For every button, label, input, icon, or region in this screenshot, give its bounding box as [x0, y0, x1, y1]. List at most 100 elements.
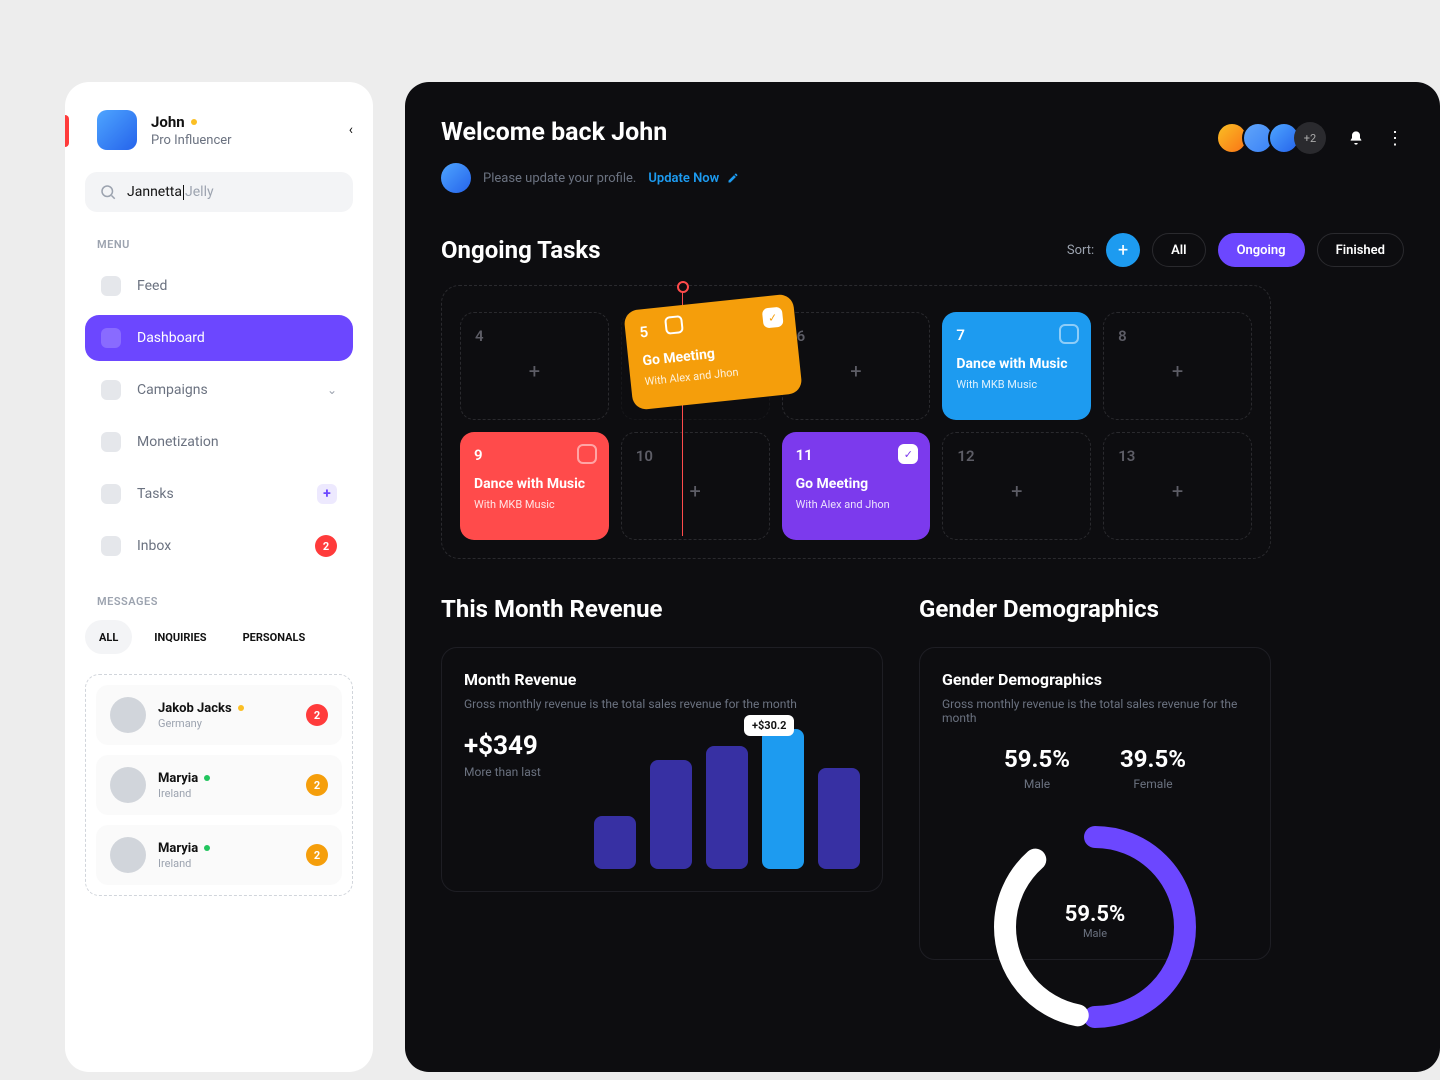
filter-finished[interactable]: Finished: [1317, 233, 1404, 267]
plus-icon: +: [1011, 479, 1022, 503]
checkbox-icon[interactable]: [577, 444, 597, 464]
sidebar-item-monetization[interactable]: Monetization: [85, 419, 353, 465]
task-number: 10: [636, 447, 755, 465]
card-desc: Gross monthly revenue is the total sales…: [464, 697, 860, 711]
task-slot[interactable]: 8+: [1103, 312, 1252, 420]
menu-label: MENU: [65, 238, 373, 251]
search-input[interactable]: JannettaJelly: [85, 172, 353, 212]
task-card[interactable]: 11 ✓ Go Meeting With Alex and Jhon: [782, 432, 931, 540]
task-number: 8: [1118, 327, 1237, 345]
add-task-button[interactable]: +: [317, 484, 337, 504]
more-menu-icon[interactable]: ⋮: [1386, 128, 1404, 149]
task-number: 13: [1118, 447, 1237, 465]
sidebar-item-inbox[interactable]: Inbox 2: [85, 523, 353, 569]
profile-prompt-bar: Please update your profile. Update Now: [441, 163, 1440, 193]
msg-badge: 2: [306, 844, 328, 866]
profile-name-text: John: [151, 113, 185, 131]
plus-icon: +: [690, 479, 701, 503]
tab-personals[interactable]: PERSONALS: [229, 620, 320, 654]
section-title: Gender Demographics: [919, 595, 1271, 623]
demographics-section: Gender Demographics Gender Demographics …: [919, 595, 1271, 960]
task-slot[interactable]: 13+: [1103, 432, 1252, 540]
nav-label: Monetization: [137, 434, 219, 450]
chart-bar: [762, 729, 804, 869]
female-label: Female: [1120, 777, 1186, 791]
main-panel: +2 ⋮ Welcome back John Please update you…: [405, 82, 1440, 1072]
task-number: 5: [639, 309, 782, 342]
task-slot[interactable]: 4+: [460, 312, 609, 420]
plus-icon: +: [1172, 359, 1183, 383]
update-profile-link[interactable]: Update Now: [648, 171, 739, 186]
bar-tooltip: +$30.2: [744, 715, 794, 736]
section-title: This Month Revenue: [441, 595, 883, 623]
sidebar-item-dashboard[interactable]: Dashboard: [85, 315, 353, 361]
nav-label: Tasks: [137, 486, 174, 502]
profile-block[interactable]: John Pro Influencer ‹: [65, 110, 373, 150]
nav-label: Feed: [137, 278, 167, 294]
checkbox-icon[interactable]: ✓: [898, 444, 918, 464]
sort-label: Sort:: [1067, 243, 1094, 258]
add-sort-button[interactable]: +: [1106, 233, 1140, 267]
checkbox-icon[interactable]: [1059, 324, 1079, 344]
profile-role: Pro Influencer: [151, 133, 335, 148]
male-label: Male: [1004, 777, 1070, 791]
status-dot-icon: [191, 119, 197, 125]
task-title: Dance with Music: [474, 476, 595, 492]
sidebar-item-campaigns[interactable]: Campaigns ⌄: [85, 367, 353, 413]
task-card[interactable]: 7 Dance with Music With MKB Music: [942, 312, 1091, 420]
task-number: 4: [475, 327, 594, 345]
bottom-row: This Month Revenue Month Revenue Gross m…: [441, 595, 1271, 960]
status-dot-icon: [238, 705, 244, 711]
task-card[interactable]: 9 Dance with Music With MKB Music: [460, 432, 609, 540]
message-tabs: ALL INQUIRIES PERSONALS: [65, 620, 373, 654]
avatar: [110, 767, 146, 803]
card-desc: Gross monthly revenue is the total sales…: [942, 697, 1248, 725]
message-item[interactable]: Maryia Ireland 2: [96, 755, 342, 815]
message-item[interactable]: Jakob Jacks Germany 2: [96, 685, 342, 745]
status-dot-icon: [204, 845, 210, 851]
feed-icon: [101, 276, 121, 296]
task-slot[interactable]: 10 +: [621, 432, 770, 540]
avatar: [97, 110, 137, 150]
checkbox-icon[interactable]: ✓: [762, 307, 784, 329]
dragged-task-card[interactable]: 5 ✓ Go Meeting With Alex and Jhon: [623, 293, 803, 410]
search-value: JannettaJelly: [127, 184, 214, 200]
avatar: [441, 163, 471, 193]
card-title: Month Revenue: [464, 670, 860, 689]
ring-value: 59.5%: [1065, 902, 1126, 927]
revenue-bars: +$30.2: [594, 729, 860, 869]
nav-label: Inbox: [137, 538, 171, 554]
more-avatars[interactable]: +2: [1294, 122, 1326, 154]
msg-name: Jakob Jacks: [158, 701, 232, 716]
tasks-header: Ongoing Tasks Sort: + All Ongoing Finish…: [441, 233, 1440, 267]
filter-all[interactable]: All: [1152, 233, 1205, 267]
status-dot-icon: [204, 775, 210, 781]
gender-ring-chart: 59.5% Male: [985, 817, 1205, 937]
campaigns-icon: [101, 380, 121, 400]
tab-all[interactable]: ALL: [85, 620, 132, 654]
chevron-left-icon[interactable]: ‹: [349, 122, 353, 138]
filter-ongoing[interactable]: Ongoing: [1218, 233, 1305, 267]
msg-location: Ireland: [158, 857, 294, 870]
sidebar-item-tasks[interactable]: Tasks +: [85, 471, 353, 517]
chevron-down-icon[interactable]: ⌄: [327, 383, 337, 397]
avatar: [110, 837, 146, 873]
female-value: 39.5%: [1120, 745, 1186, 773]
monetization-icon: [101, 432, 121, 452]
task-title: Go Meeting: [796, 476, 917, 492]
task-title: Dance with Music: [956, 356, 1077, 372]
sidebar-item-feed[interactable]: Feed: [85, 263, 353, 309]
message-item[interactable]: Maryia Ireland 2: [96, 825, 342, 885]
revenue-section: This Month Revenue Month Revenue Gross m…: [441, 595, 883, 960]
plus-icon: +: [529, 359, 540, 383]
top-actions: +2 ⋮: [1216, 122, 1440, 154]
task-number: 6: [797, 327, 916, 345]
avatar: [110, 697, 146, 733]
msg-location: Ireland: [158, 787, 294, 800]
tab-inquiries[interactable]: INQUIRIES: [140, 620, 220, 654]
bell-icon[interactable]: [1348, 130, 1364, 146]
task-slot[interactable]: 6+: [782, 312, 931, 420]
task-slot[interactable]: 12+: [942, 432, 1091, 540]
msg-badge: 2: [306, 774, 328, 796]
msg-name: Maryia: [158, 771, 198, 786]
